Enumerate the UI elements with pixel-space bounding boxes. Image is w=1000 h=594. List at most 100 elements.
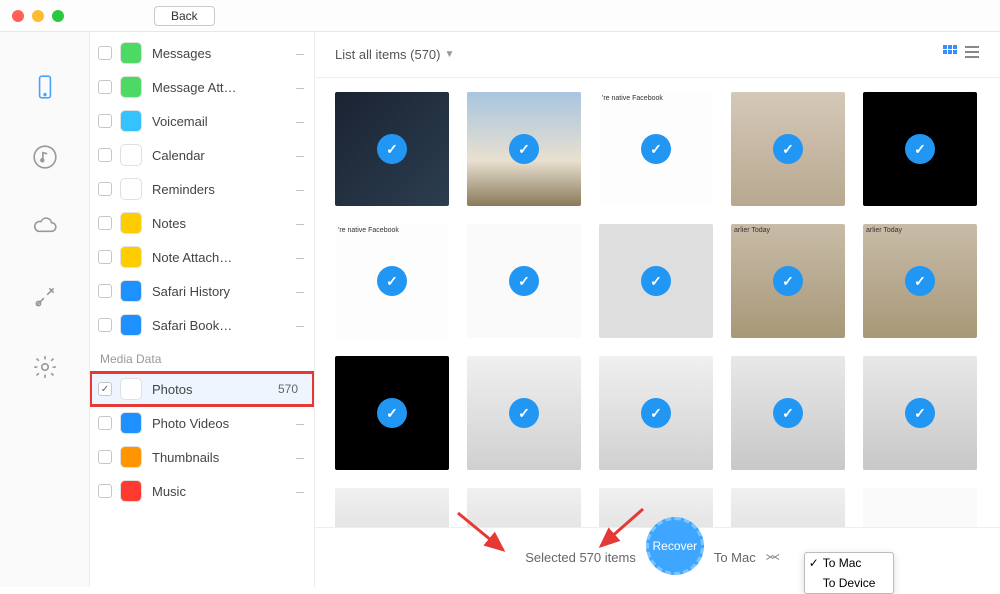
photo-thumbnail[interactable] [599, 224, 713, 338]
thumb-text: arlier Today [731, 224, 845, 238]
grid-row: 're native Facebook [335, 92, 980, 206]
category-icon [120, 480, 142, 502]
category-icon [120, 76, 142, 98]
category-checkbox[interactable] [98, 450, 112, 464]
category-item-voicemail[interactable]: Voicemail– [90, 104, 314, 138]
category-label: Reminders [152, 182, 296, 197]
photo-thumbnail[interactable]: 're native Facebook [335, 224, 449, 338]
recover-button[interactable]: Recover [646, 517, 704, 575]
destination-option[interactable]: To Device [805, 573, 893, 593]
selected-check-icon [641, 398, 671, 428]
category-label: Safari Book… [152, 318, 296, 333]
filter-label: List all items (570) [335, 47, 440, 62]
category-label: Calendar [152, 148, 296, 163]
filter-dropdown[interactable]: List all items (570) ▼ [335, 47, 454, 62]
rail-tools-icon[interactable] [30, 282, 60, 312]
selected-check-icon [773, 398, 803, 428]
category-item-photos[interactable]: Photos570 [90, 372, 314, 406]
category-checkbox[interactable] [98, 484, 112, 498]
photo-thumbnail[interactable]: 're native Facebook [599, 92, 713, 206]
rail-cloud-icon[interactable] [30, 212, 60, 242]
photo-thumbnail[interactable] [467, 224, 581, 338]
section-header-media: Media Data [90, 342, 314, 372]
destination-stepper[interactable]: ︿﹀ [766, 551, 780, 565]
selected-check-icon [377, 266, 407, 296]
category-dash: – [296, 317, 304, 333]
category-icon [120, 212, 142, 234]
category-checkbox[interactable] [98, 416, 112, 430]
category-item-photo-videos[interactable]: Photo Videos– [90, 406, 314, 440]
category-checkbox[interactable] [98, 182, 112, 196]
category-checkbox[interactable] [98, 382, 112, 396]
category-icon [120, 280, 142, 302]
rail-settings-icon[interactable] [30, 352, 60, 382]
category-count: 570 [278, 382, 298, 396]
category-item-notes[interactable]: Notes– [90, 206, 314, 240]
category-dash: – [296, 181, 304, 197]
category-checkbox[interactable] [98, 284, 112, 298]
category-dash: – [296, 415, 304, 431]
rail-music-icon[interactable] [30, 142, 60, 172]
rail-device-icon[interactable] [30, 72, 60, 102]
thumb-text: 're native Facebook [599, 92, 713, 106]
category-label: Photos [152, 382, 278, 397]
left-rail [0, 32, 90, 587]
category-label: Safari History [152, 284, 296, 299]
back-button[interactable]: Back [154, 6, 215, 26]
content-toolbar: List all items (570) ▼ [315, 32, 1000, 78]
photo-thumbnail[interactable] [863, 356, 977, 470]
category-checkbox[interactable] [98, 114, 112, 128]
photo-thumbnail[interactable]: arlier Today [731, 224, 845, 338]
bottom-bar: Selected 570 items Recover To Mac ︿﹀ To … [315, 527, 1000, 587]
category-dash: – [296, 215, 304, 231]
photo-thumbnail[interactable] [731, 92, 845, 206]
minimize-window-button[interactable] [32, 10, 44, 22]
traffic-lights [12, 10, 64, 22]
photo-thumbnail[interactable]: arlier Today [863, 224, 977, 338]
photo-thumbnail[interactable] [467, 356, 581, 470]
titlebar: Back [0, 0, 1000, 32]
category-checkbox[interactable] [98, 46, 112, 60]
category-icon [120, 110, 142, 132]
category-checkbox[interactable] [98, 216, 112, 230]
list-view-button[interactable] [964, 44, 980, 65]
category-item-note-attach-[interactable]: Note Attach…– [90, 240, 314, 274]
category-item-message-att-[interactable]: Message Att…– [90, 70, 314, 104]
category-item-music[interactable]: Music– [90, 474, 314, 508]
category-item-reminders[interactable]: Reminders– [90, 172, 314, 206]
photo-thumbnail[interactable] [335, 356, 449, 470]
photo-grid: 're native Facebook 're native Facebook ar… [315, 78, 1000, 587]
category-label: Music [152, 484, 296, 499]
photo-thumbnail[interactable] [599, 356, 713, 470]
category-item-messages[interactable]: Messages– [90, 36, 314, 70]
close-window-button[interactable] [12, 10, 24, 22]
thumb-text: arlier Today [863, 224, 977, 238]
selected-check-icon [509, 266, 539, 296]
category-item-calendar[interactable]: Calendar– [90, 138, 314, 172]
category-dash: – [296, 113, 304, 129]
content-area: List all items (570) ▼ 're native Facebo… [315, 32, 1000, 587]
photo-thumbnail[interactable] [863, 92, 977, 206]
category-label: Thumbnails [152, 450, 296, 465]
category-item-safari-history[interactable]: Safari History– [90, 274, 314, 308]
category-checkbox[interactable] [98, 80, 112, 94]
category-label: Notes [152, 216, 296, 231]
category-item-safari-book-[interactable]: Safari Book…– [90, 308, 314, 342]
category-checkbox[interactable] [98, 318, 112, 332]
category-label: Message Att… [152, 80, 296, 95]
photo-thumbnail[interactable] [335, 92, 449, 206]
selected-check-icon [773, 266, 803, 296]
category-icon [120, 144, 142, 166]
category-icon [120, 42, 142, 64]
grid-view-button[interactable] [942, 44, 958, 65]
maximize-window-button[interactable] [52, 10, 64, 22]
destination-option[interactable]: To Mac [805, 553, 893, 573]
category-checkbox[interactable] [98, 250, 112, 264]
category-icon [120, 446, 142, 468]
photo-thumbnail[interactable] [467, 92, 581, 206]
photo-thumbnail[interactable] [731, 356, 845, 470]
category-dash: – [296, 449, 304, 465]
selected-check-icon [641, 266, 671, 296]
category-item-thumbnails[interactable]: Thumbnails– [90, 440, 314, 474]
category-checkbox[interactable] [98, 148, 112, 162]
